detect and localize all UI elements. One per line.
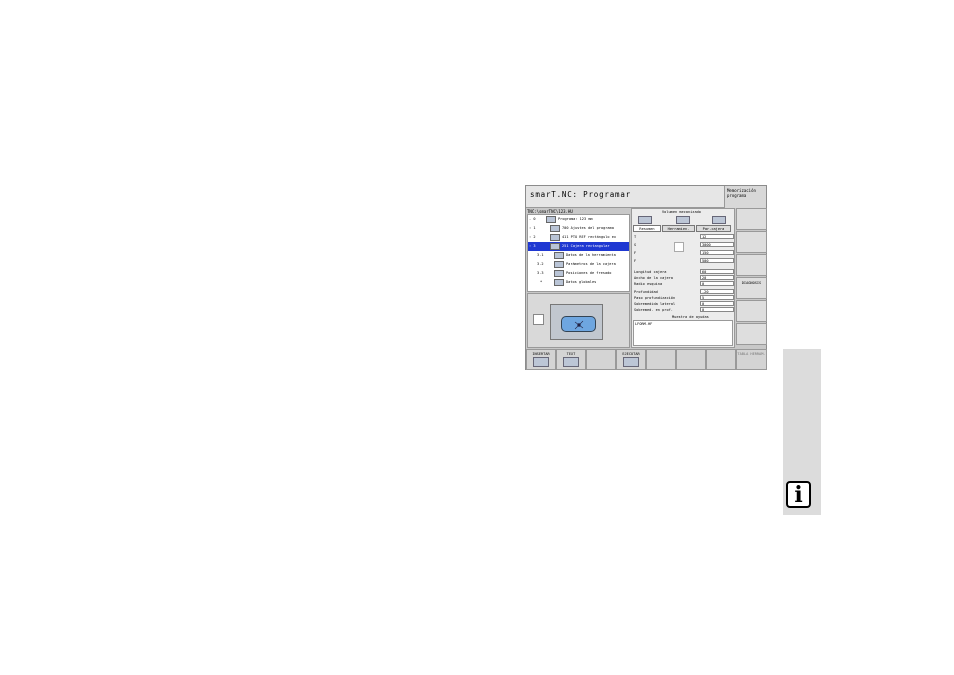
text-softkey[interactable]: TEXT <box>556 349 586 370</box>
tool-icon <box>554 252 564 259</box>
machining-icon <box>676 216 690 224</box>
softkey-side[interactable] <box>736 323 767 345</box>
probe-icon <box>550 234 560 241</box>
workpiece-title: Volumen mecanizado <box>662 210 701 214</box>
side-allowance-input[interactable]: 0 <box>700 301 734 306</box>
softkey-side[interactable] <box>736 231 767 253</box>
info-icon: i <box>786 481 811 508</box>
pocket-shape <box>561 316 596 332</box>
title-bar: smarT.NC: Programar <box>526 186 724 208</box>
help-note: LFORM.HF <box>635 322 653 326</box>
tab-resumen[interactable]: Resumen <box>633 225 661 232</box>
tree-item[interactable]: : 1 700 Ajustes del programa <box>528 224 629 233</box>
cnc-screen: smarT.NC: Programar Memorización program… <box>525 185 767 370</box>
softkey-empty[interactable] <box>586 349 616 370</box>
machining-icon <box>638 216 652 224</box>
field-label: S <box>634 243 637 247</box>
tree-item-selected[interactable]: : 3 251 Cajera rectangular <box>528 242 629 251</box>
help-area: LFORM.HF <box>633 320 733 346</box>
softkey-side[interactable] <box>736 300 767 322</box>
tab-herramienta[interactable]: Herramien. <box>662 225 695 232</box>
field-label: Sobremed. en prof. <box>634 308 673 312</box>
pocket-icon <box>550 243 560 250</box>
settings-icon <box>550 225 560 232</box>
vertical-softkeys: DIAGNOSIS <box>736 208 767 348</box>
tree-item[interactable]: 3.2 Parámetros de la cajera <box>528 260 629 269</box>
corner-radius-input[interactable]: 0 <box>700 281 734 286</box>
parameters-icon <box>554 261 564 268</box>
field-label: F <box>634 259 637 263</box>
field-label: F <box>634 251 637 255</box>
softkey-side[interactable] <box>736 254 767 276</box>
softkey-side[interactable] <box>736 208 767 230</box>
graphic-preview <box>527 293 630 348</box>
tree-item[interactable]: * Datos globales <box>528 278 629 287</box>
diagnosis-softkey[interactable]: DIAGNOSIS <box>736 277 767 299</box>
form-tabs: Resumen Herramien. Par.cajera <box>633 225 735 232</box>
execute-icon <box>623 357 639 367</box>
plunge-depth-input[interactable]: 5 <box>700 295 734 300</box>
positions-icon <box>554 270 564 277</box>
parameter-form: Volumen mecanizado Resumen Herramien. Pa… <box>631 208 735 348</box>
field-label: Radio esquina <box>634 282 663 286</box>
window-title: smarT.NC: Programar <box>530 190 631 199</box>
machining-icon <box>712 216 726 224</box>
field-label: T <box>634 235 637 239</box>
program-tree: - 0 Programa: 123 mm : 1 700 Ajustes del… <box>527 214 630 292</box>
tree-item[interactable]: 3.1 Datos de la herramienta <box>528 251 629 260</box>
spindle-speed-input[interactable]: 3000 <box>700 242 734 247</box>
tab-parametros-cajera[interactable]: Par.cajera <box>696 225 731 232</box>
softkey-empty[interactable] <box>706 349 736 370</box>
tree-item[interactable]: 3.3 Posiciones de fresado <box>528 269 629 278</box>
floor-allowance-input[interactable]: 0 <box>700 307 734 312</box>
insert-softkey[interactable]: INSERTAR <box>526 349 556 370</box>
pocket-length-input[interactable]: 60 <box>700 269 734 274</box>
milling-feed-input[interactable]: 500 <box>700 258 734 263</box>
pocket-width-input[interactable]: 20 <box>700 275 734 280</box>
tool-number-input[interactable]: 12 <box>700 234 734 239</box>
mode-indicator: Memorización programa <box>724 186 766 208</box>
tool-table-softkey[interactable]: TABLA HERRAM. <box>736 349 767 370</box>
preview-square <box>533 314 544 325</box>
tree-item[interactable]: - 0 Programa: 123 mm <box>528 215 629 224</box>
text-icon <box>563 357 579 367</box>
globe-icon <box>554 279 564 286</box>
softkey-empty[interactable] <box>676 349 706 370</box>
insert-icon <box>533 357 549 367</box>
softkey-empty[interactable] <box>646 349 676 370</box>
plunge-feed-input[interactable]: 150 <box>700 250 734 255</box>
workpiece-blank <box>550 304 603 340</box>
execute-softkey[interactable]: EJECUTAR <box>616 349 646 370</box>
tree-item[interactable]: : 2 411 PTO REF rectángulo ex <box>528 233 629 242</box>
tool-preview-icon <box>674 242 684 252</box>
program-icon <box>546 216 556 223</box>
depth-input[interactable]: -20 <box>700 289 734 294</box>
softkey-bar: INSERTAR TEXT EJECUTAR TABLA HERRAM. <box>526 349 767 370</box>
cutter-icon <box>574 320 584 330</box>
